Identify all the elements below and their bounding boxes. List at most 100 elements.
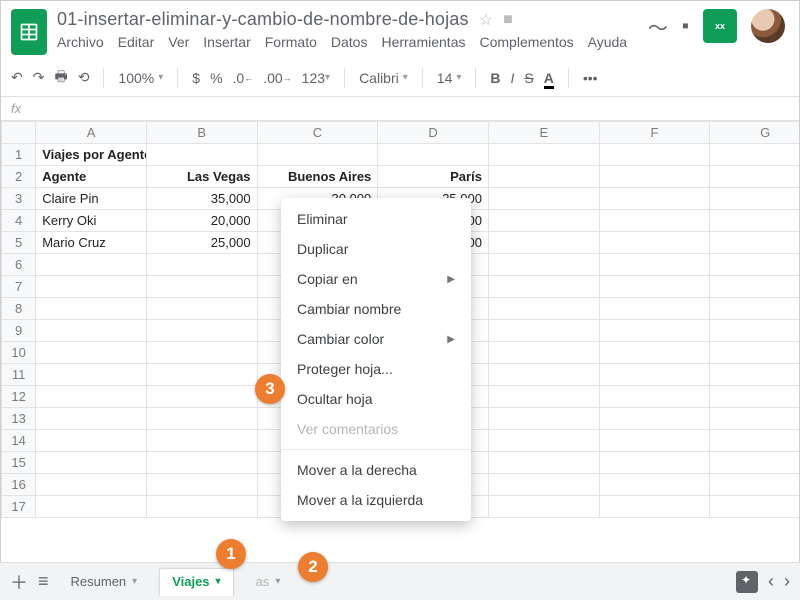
sheet-tab-resumen[interactable]: Resumen ▾ bbox=[59, 568, 150, 596]
sheet-tab-hidden[interactable]: as ▾ bbox=[244, 568, 293, 596]
cell[interactable]: 35,000 bbox=[146, 188, 257, 210]
number-format-button[interactable]: 123▾ bbox=[302, 70, 330, 86]
menu-herramientas[interactable]: Herramientas bbox=[381, 34, 465, 50]
row-header[interactable]: 11 bbox=[2, 364, 36, 386]
cell[interactable] bbox=[488, 298, 599, 320]
cell[interactable] bbox=[257, 144, 378, 166]
cell[interactable] bbox=[488, 276, 599, 298]
ctx-mover-derecha[interactable]: Mover a la derecha bbox=[281, 455, 471, 485]
cell[interactable] bbox=[488, 320, 599, 342]
col-header[interactable]: D bbox=[378, 122, 489, 144]
cell[interactable] bbox=[488, 430, 599, 452]
ctx-cambiar-color[interactable]: Cambiar color▶ bbox=[281, 324, 471, 354]
cell[interactable] bbox=[146, 254, 257, 276]
scroll-right-icon[interactable]: › bbox=[784, 571, 790, 592]
cell[interactable] bbox=[710, 232, 799, 254]
cell[interactable] bbox=[710, 166, 799, 188]
cell[interactable] bbox=[599, 276, 710, 298]
strike-button[interactable]: S bbox=[524, 70, 533, 86]
cell[interactable] bbox=[710, 364, 799, 386]
folder-icon[interactable]: ■ bbox=[503, 11, 513, 29]
ctx-eliminar[interactable]: Eliminar bbox=[281, 204, 471, 234]
menu-ver[interactable]: Ver bbox=[168, 34, 189, 50]
share-button[interactable]: xx bbox=[703, 9, 737, 43]
tab-dropdown-icon[interactable]: ▾ bbox=[275, 576, 280, 587]
cell[interactable] bbox=[36, 474, 147, 496]
cell[interactable] bbox=[599, 386, 710, 408]
col-header[interactable]: F bbox=[599, 122, 710, 144]
cell[interactable]: Buenos Aires bbox=[257, 166, 378, 188]
cell[interactable] bbox=[710, 474, 799, 496]
cell[interactable] bbox=[488, 254, 599, 276]
more-tools-button[interactable]: ••• bbox=[583, 70, 598, 86]
cell[interactable] bbox=[710, 188, 799, 210]
cell[interactable] bbox=[710, 452, 799, 474]
cell[interactable]: Claire Pin bbox=[36, 188, 147, 210]
cell[interactable] bbox=[488, 166, 599, 188]
cell[interactable]: 25,000 bbox=[146, 232, 257, 254]
row-header[interactable]: 9 bbox=[2, 320, 36, 342]
cell[interactable] bbox=[710, 144, 799, 166]
cell[interactable]: Viajes por Agente y Ciudad bbox=[36, 144, 147, 166]
cell[interactable] bbox=[146, 298, 257, 320]
col-header[interactable]: E bbox=[488, 122, 599, 144]
cell[interactable] bbox=[146, 408, 257, 430]
menu-ayuda[interactable]: Ayuda bbox=[588, 34, 627, 50]
row-header[interactable]: 10 bbox=[2, 342, 36, 364]
cell[interactable]: Agente bbox=[36, 166, 147, 188]
cell[interactable] bbox=[488, 364, 599, 386]
cell[interactable] bbox=[36, 496, 147, 518]
cell[interactable]: Las Vegas bbox=[146, 166, 257, 188]
menu-datos[interactable]: Datos bbox=[331, 34, 368, 50]
font-select[interactable]: Calibri▾ bbox=[359, 70, 408, 86]
cell[interactable] bbox=[146, 496, 257, 518]
cell[interactable] bbox=[488, 210, 599, 232]
row-header[interactable]: 14 bbox=[2, 430, 36, 452]
cell[interactable] bbox=[146, 144, 257, 166]
cell[interactable] bbox=[146, 452, 257, 474]
doc-title[interactable]: 01-insertar-eliminar-y-cambio-de-nombre-… bbox=[57, 9, 469, 30]
cell[interactable] bbox=[599, 430, 710, 452]
cell[interactable] bbox=[36, 276, 147, 298]
cell[interactable] bbox=[36, 452, 147, 474]
col-header[interactable]: B bbox=[146, 122, 257, 144]
ctx-duplicar[interactable]: Duplicar bbox=[281, 234, 471, 264]
cell[interactable] bbox=[146, 430, 257, 452]
all-sheets-button[interactable]: ≡ bbox=[38, 571, 49, 592]
cell[interactable] bbox=[599, 188, 710, 210]
text-color-button[interactable]: A bbox=[544, 70, 554, 86]
zoom-select[interactable]: 100%▾ bbox=[118, 70, 163, 86]
row-header[interactable]: 15 bbox=[2, 452, 36, 474]
cell[interactable] bbox=[488, 496, 599, 518]
row-header[interactable]: 16 bbox=[2, 474, 36, 496]
cell[interactable]: París bbox=[378, 166, 489, 188]
cell[interactable] bbox=[710, 276, 799, 298]
cell[interactable] bbox=[710, 408, 799, 430]
cell[interactable] bbox=[710, 430, 799, 452]
star-icon[interactable]: ☆ bbox=[479, 10, 493, 30]
cell[interactable] bbox=[488, 386, 599, 408]
row-header[interactable]: 2 bbox=[2, 166, 36, 188]
italic-button[interactable]: I bbox=[511, 70, 515, 86]
cell[interactable] bbox=[710, 386, 799, 408]
cell[interactable] bbox=[488, 232, 599, 254]
row-header[interactable]: 12 bbox=[2, 386, 36, 408]
activity-icon[interactable]: 〜 bbox=[648, 12, 668, 41]
cell[interactable] bbox=[599, 232, 710, 254]
currency-button[interactable]: $ bbox=[192, 70, 200, 86]
menu-insertar[interactable]: Insertar bbox=[203, 34, 250, 50]
cell[interactable] bbox=[710, 298, 799, 320]
cell[interactable] bbox=[599, 298, 710, 320]
cell[interactable] bbox=[146, 386, 257, 408]
col-header[interactable]: G bbox=[710, 122, 799, 144]
explore-button[interactable] bbox=[736, 571, 758, 593]
cell[interactable] bbox=[488, 452, 599, 474]
cell[interactable] bbox=[488, 144, 599, 166]
cell[interactable] bbox=[36, 298, 147, 320]
cell[interactable] bbox=[488, 342, 599, 364]
bold-button[interactable]: B bbox=[490, 70, 500, 86]
cell[interactable] bbox=[146, 364, 257, 386]
tab-dropdown-icon[interactable]: ▾ bbox=[216, 576, 221, 587]
row-header[interactable]: 8 bbox=[2, 298, 36, 320]
cell[interactable] bbox=[378, 144, 489, 166]
